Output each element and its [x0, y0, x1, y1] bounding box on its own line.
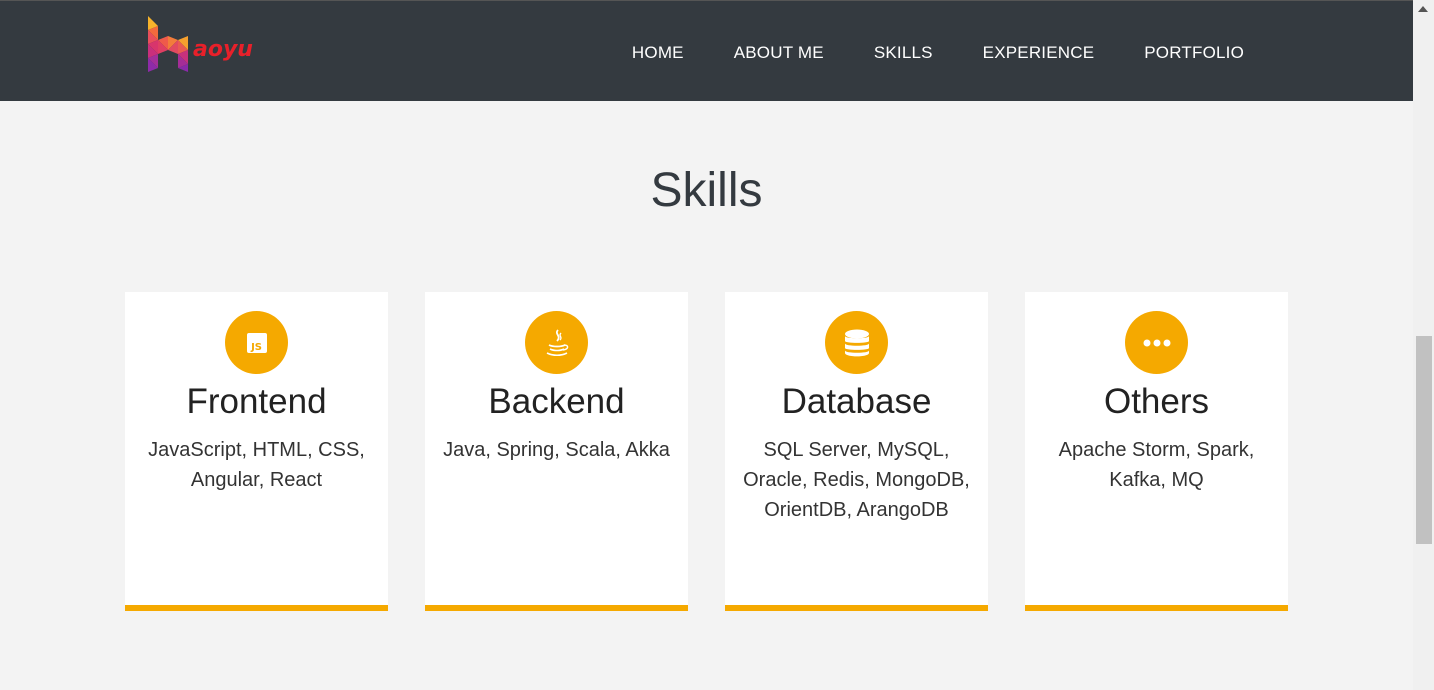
java-icon — [525, 311, 588, 374]
scrollbar-thumb[interactable] — [1416, 336, 1432, 544]
nav-experience[interactable]: EXPERIENCE — [983, 43, 1095, 63]
ellipsis-icon — [1125, 311, 1188, 374]
scroll-up-arrow-icon[interactable] — [1418, 6, 1428, 12]
card-text: SQL Server, MySQL, Oracle, Redis, MongoD… — [743, 439, 970, 521]
card-text: Apache Storm, Spark, Kafka, MQ — [1058, 439, 1255, 491]
card-title: Others — [1103, 382, 1210, 421]
page-scrollbar[interactable] — [1413, 0, 1434, 690]
site-logo[interactable]: aoyu — [146, 16, 261, 72]
nav-skills[interactable]: SKILLS — [874, 43, 933, 63]
card-title: Backend — [488, 382, 625, 421]
nav-portfolio[interactable]: PORTFOLIO — [1144, 43, 1244, 63]
nav-about-me[interactable]: ABOUT ME — [734, 43, 824, 63]
nav-home[interactable]: HOME — [632, 43, 684, 63]
skill-card-database: Database SQL Server, MySQL, Oracle, Redi… — [725, 292, 988, 611]
skill-card-frontend: JS Frontend JavaScript, HTML, CSS, Angul… — [125, 292, 388, 611]
card-title: Database — [781, 382, 932, 421]
section-title: Skills — [650, 164, 763, 217]
svg-text:JS: JS — [250, 342, 262, 353]
skill-card-backend: Backend Java, Spring, Scala, Akka — [425, 292, 688, 611]
card-title: Frontend — [186, 382, 327, 421]
skill-card-others: Others Apache Storm, Spark, Kafka, MQ — [1025, 292, 1288, 611]
navbar: aoyu HOME ABOUT ME SKILLS EXPERIENCE POR… — [0, 0, 1413, 101]
database-icon — [825, 311, 888, 374]
card-text: JavaScript, HTML, CSS, Angular, React — [148, 439, 365, 491]
svg-text:aoyu: aoyu — [193, 37, 253, 62]
js-icon: JS — [225, 311, 288, 374]
main-nav: HOME ABOUT ME SKILLS EXPERIENCE PORTFOLI… — [632, 43, 1244, 63]
card-text: Java, Spring, Scala, Akka — [443, 439, 670, 461]
